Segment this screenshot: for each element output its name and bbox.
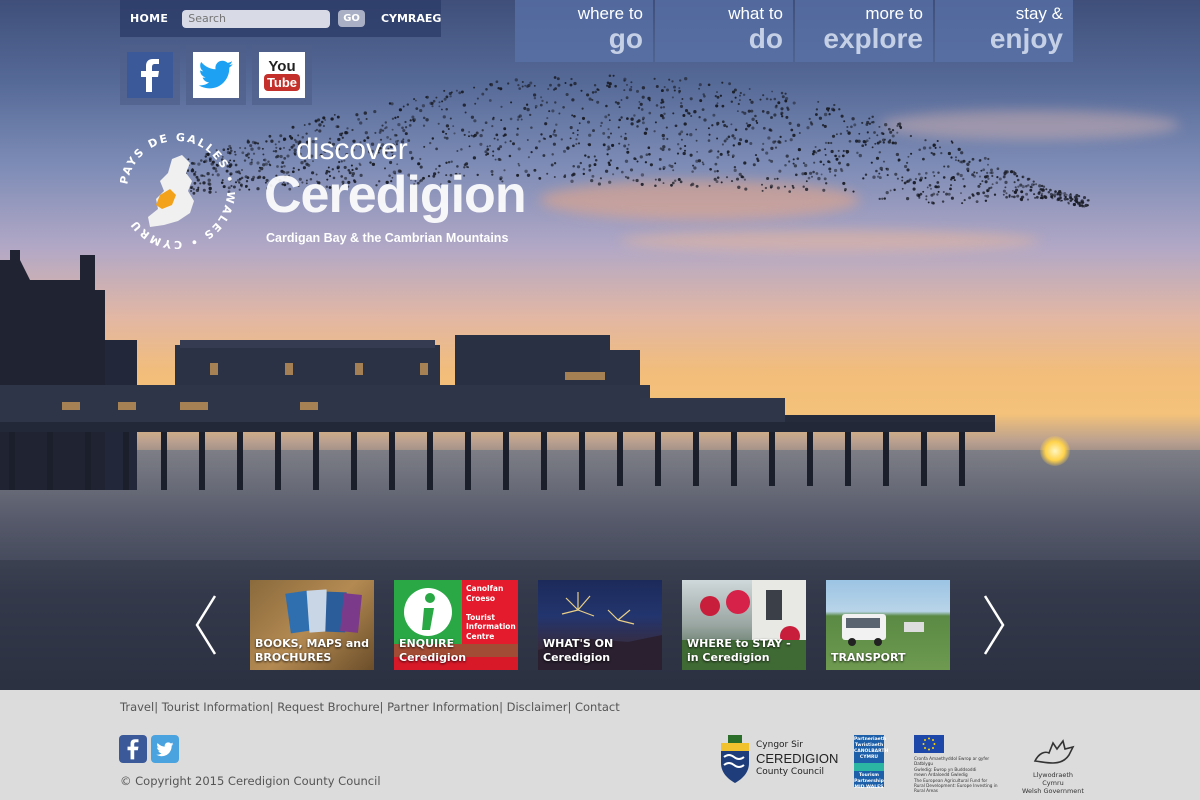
main-navigation: where to go what to do more to explore s… bbox=[515, 0, 1073, 62]
nav-label-big: explore bbox=[823, 23, 923, 54]
tile-label: BOOKS, MAPS and BROCHURES bbox=[255, 637, 369, 664]
wales-map-emblem: PAYS DE GALLES • WALES • CYMRU bbox=[120, 131, 235, 249]
chevron-right-icon bbox=[983, 595, 1005, 655]
ceredigion-council-logo[interactable]: Cyngor Sir CEREDIGION County Council bbox=[718, 735, 843, 787]
eu-funding-text: Cronfa Amaethyddol Ewrop ar gyfer Datbly… bbox=[914, 756, 998, 794]
footer-link-partner-information[interactable]: Partner Information bbox=[387, 700, 499, 714]
tile-label: WHAT'S ON Ceredigion bbox=[543, 637, 614, 664]
info-icon bbox=[394, 580, 462, 644]
utility-bar: HOME GO CYMRAEG bbox=[120, 0, 441, 37]
footer-link-request-brochure[interactable]: Request Brochure bbox=[277, 700, 379, 714]
nav-label-small: stay & bbox=[1015, 4, 1063, 23]
home-link[interactable]: HOME bbox=[130, 12, 168, 25]
council-line2: CEREDIGION bbox=[756, 751, 839, 766]
youtube-icon: You Tube bbox=[259, 52, 305, 98]
nav-label-big: do bbox=[748, 23, 783, 54]
tic-sign-text: Canolfan Croeso Tourist Information Centre bbox=[466, 584, 516, 641]
youtube-link[interactable]: You Tube bbox=[252, 45, 312, 105]
tile-enquire[interactable]: Canolfan Croeso Tourist Information Centre E… bbox=[394, 580, 518, 670]
carousel-prev-arrow[interactable] bbox=[193, 594, 219, 656]
tile-label: TRANSPORT bbox=[831, 651, 906, 664]
tile-whats-on[interactable]: WHAT'S ON Ceredigion bbox=[538, 580, 662, 670]
site-logo[interactable]: PAYS DE GALLES • WALES • CYMRU discover … bbox=[120, 125, 560, 255]
copyright-text: © Copyright 2015 Ceredigion County Counc… bbox=[120, 774, 381, 788]
footer-links: Travel| Tourist Information| Request Bro… bbox=[120, 700, 620, 714]
nav-label-big: go bbox=[608, 23, 643, 54]
council-crest-icon bbox=[721, 735, 749, 783]
logo-discover-text: discover bbox=[296, 133, 408, 166]
logo-brand-text: Ceredigion bbox=[264, 166, 527, 224]
nav-label-small: what to bbox=[728, 4, 783, 23]
search-go-button[interactable]: GO bbox=[338, 10, 365, 27]
language-toggle-link[interactable]: CYMRAEG bbox=[381, 12, 442, 25]
footer-twitter-icon[interactable] bbox=[151, 735, 179, 763]
logo-tagline: Cardigan Bay & the Cambrian Mountains bbox=[266, 231, 509, 245]
tile-label: ENQUIRE Ceredigion bbox=[399, 637, 467, 664]
pier-silhouette bbox=[0, 250, 995, 490]
youtube-word-you: You bbox=[268, 58, 296, 75]
footer-link-disclaimer[interactable]: Disclaimer bbox=[507, 700, 568, 714]
eu-rural-development-logo[interactable]: Cronfa Amaethyddol Ewrop ar gyfer Datbly… bbox=[914, 735, 1006, 793]
council-line3: County Council bbox=[756, 767, 825, 777]
nav-label-small: where to bbox=[577, 4, 643, 23]
nav-more-to-explore[interactable]: more to explore bbox=[795, 0, 933, 62]
footer-link-travel[interactable]: Travel bbox=[120, 700, 154, 714]
nav-label-big: enjoy bbox=[989, 23, 1063, 54]
nav-label-small: more to bbox=[865, 4, 923, 23]
facebook-icon bbox=[127, 52, 173, 98]
council-line1: Cyngor Sir bbox=[756, 740, 804, 750]
footer-facebook-icon[interactable] bbox=[119, 735, 147, 763]
tile-transport[interactable]: TRANSPORT bbox=[826, 580, 950, 670]
footer-link-contact[interactable]: Contact bbox=[575, 700, 620, 714]
tile-label: WHERE to STAY - in Ceredigion bbox=[687, 637, 791, 664]
tile-where-to-stay[interactable]: WHERE to STAY - in Ceredigion bbox=[682, 580, 806, 670]
facebook-link[interactable] bbox=[120, 45, 180, 105]
welsh-dragon-icon bbox=[1033, 739, 1075, 764]
twitter-link[interactable] bbox=[186, 45, 246, 105]
twitter-icon bbox=[193, 52, 239, 98]
search-input[interactable] bbox=[182, 9, 331, 28]
welsh-gov-english-name: Welsh Government bbox=[1022, 787, 1084, 795]
carousel-next-arrow[interactable] bbox=[981, 594, 1007, 656]
welsh-government-logo[interactable]: Llywodraeth Cymru Welsh Government bbox=[1022, 735, 1084, 795]
nav-where-to-go[interactable]: where to go bbox=[515, 0, 653, 62]
welsh-gov-welsh-name: Llywodraeth Cymru bbox=[1032, 771, 1073, 787]
tile-books-maps-brochures[interactable]: BOOKS, MAPS and BROCHURES bbox=[250, 580, 374, 670]
footer-link-tourist-information[interactable]: Tourist Information bbox=[162, 700, 270, 714]
tourism-partnership-mid-wales-logo[interactable]: Partneriaeth Twristiaeth CANOLBARTH CYMR… bbox=[854, 735, 888, 790]
nav-stay-and-enjoy[interactable]: stay & enjoy bbox=[935, 0, 1073, 62]
nav-what-to-do[interactable]: what to do bbox=[655, 0, 793, 62]
youtube-word-tube: Tube bbox=[263, 74, 301, 91]
setting-sun bbox=[1040, 436, 1070, 466]
eu-flag-icon bbox=[914, 735, 944, 753]
chevron-left-icon bbox=[195, 595, 217, 655]
